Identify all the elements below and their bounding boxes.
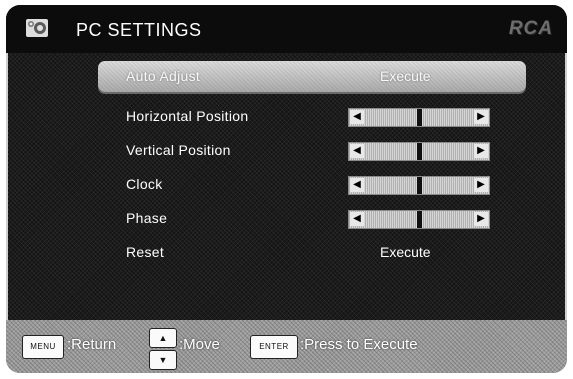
page-title: PC SETTINGS — [76, 20, 202, 40]
menu-item-label: Vertical Position — [126, 142, 231, 158]
arrow-left-icon[interactable]: ◀ — [350, 212, 364, 226]
menu-item-label: Reset — [126, 244, 165, 260]
slider-thumb[interactable] — [416, 177, 422, 194]
clock-slider[interactable]: ◀ ▶ — [348, 176, 490, 195]
menu-item-label: Horizontal Position — [126, 108, 249, 124]
move-keys: ▲ ▼ — [149, 328, 177, 370]
menu-item-horizontal-position[interactable]: Horizontal Position ◀ ▶ — [98, 101, 526, 131]
menu-key: MENU — [22, 335, 64, 359]
arrow-left-icon[interactable]: ◀ — [350, 178, 364, 192]
osd-header: PC SETTINGS RCA — [6, 5, 567, 53]
arrow-left-icon[interactable]: ◀ — [350, 144, 364, 158]
arrow-right-icon[interactable]: ▶ — [474, 178, 488, 192]
menu-item-reset[interactable]: Reset Execute — [98, 237, 526, 267]
slider-thumb[interactable] — [416, 109, 422, 126]
arrow-left-icon[interactable]: ◀ — [350, 110, 364, 124]
move-hint: :Move — [179, 336, 220, 353]
menu-item-label: Clock — [126, 176, 163, 192]
brand-logo: RCA — [508, 18, 553, 39]
enter-key: ENTER — [250, 335, 298, 359]
slider-thumb[interactable] — [416, 211, 422, 228]
menu-item-vertical-position[interactable]: Vertical Position ◀ ▶ — [98, 135, 526, 165]
menu-item-value: Execute — [380, 244, 431, 260]
arrow-up-icon: ▲ — [149, 328, 177, 348]
menu-item-label: Auto Adjust — [126, 68, 201, 84]
arrow-right-icon[interactable]: ▶ — [474, 212, 488, 226]
menu-item-auto-adjust[interactable]: Auto Adjust Execute — [98, 61, 526, 92]
menu-item-value: Execute — [380, 68, 431, 84]
menu-item-clock[interactable]: Clock ◀ ▶ — [98, 169, 526, 199]
arrow-right-icon[interactable]: ▶ — [474, 144, 488, 158]
settings-icon — [26, 19, 48, 37]
arrow-right-icon[interactable]: ▶ — [474, 110, 488, 124]
menu-item-label: Phase — [126, 210, 168, 226]
tv-osd-screen: PC SETTINGS RCA Auto Adjust Execute Hori… — [6, 5, 567, 373]
phase-slider[interactable]: ◀ ▶ — [348, 210, 490, 229]
return-hint: :Return — [67, 336, 117, 353]
slider-thumb[interactable] — [416, 143, 422, 160]
horizontal-position-slider[interactable]: ◀ ▶ — [348, 108, 490, 127]
osd-footer: MENU :Return ▲ ▼ :Move ENTER :Press to E… — [6, 320, 567, 373]
arrow-down-icon: ▼ — [149, 350, 177, 370]
vertical-position-slider[interactable]: ◀ ▶ — [348, 142, 490, 161]
execute-hint: :Press to Execute — [300, 336, 418, 353]
menu-item-phase[interactable]: Phase ◀ ▶ — [98, 203, 526, 233]
